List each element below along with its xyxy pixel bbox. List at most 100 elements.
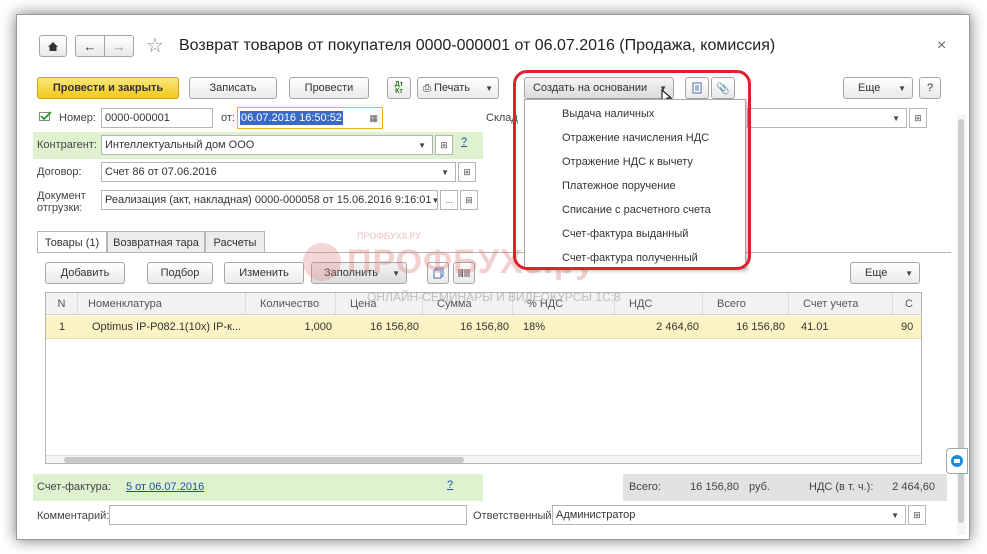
add-row-button[interactable]: Добавить (45, 262, 125, 284)
menu-item-cash-withdrawal[interactable]: Выдача наличных (525, 102, 745, 126)
more-button[interactable]: Еще ▼ (843, 77, 913, 99)
table-row[interactable]: 1 Optimus IP-P082.1(10x) IP-к... 1,000 1… (46, 316, 921, 339)
column-header-total[interactable]: Всего (703, 293, 789, 314)
post-button[interactable]: Провести (289, 77, 369, 99)
create-based-on-button[interactable]: Создать на основании ▼ (524, 77, 674, 99)
close-icon[interactable]: × (937, 37, 946, 55)
edit-row-button[interactable]: Изменить (224, 262, 304, 284)
warehouse-open-button[interactable]: ⊞ (909, 108, 927, 128)
scrollbar-thumb[interactable] (64, 457, 464, 463)
save-button[interactable]: Записать (189, 77, 277, 99)
contract-field[interactable]: Счет 86 от 07.06.2016 ▼ (101, 162, 456, 182)
attach-button[interactable]: 📎 (711, 77, 735, 99)
menu-item-invoice-received[interactable]: Счет-фактура полученный (525, 246, 745, 270)
column-header-vat-rate[interactable]: % НДС (513, 293, 615, 314)
number-field[interactable]: 0000-000001 (101, 108, 213, 128)
chevron-down-icon[interactable]: ▼ (441, 168, 449, 177)
vat-total-value: 2 464,60 (892, 481, 935, 493)
responsible-value: Администратор (556, 509, 636, 521)
tab-returnable-packaging[interactable]: Возвратная тара (107, 231, 205, 253)
comment-field[interactable] (109, 505, 467, 525)
table-more-button[interactable]: Еще ▼ (850, 262, 920, 284)
more-label: Еще (858, 82, 881, 94)
chevron-down-icon[interactable]: ▼ (891, 511, 899, 520)
shipment-doc-field[interactable]: Реализация (акт, накладная) 0000-000058 … (101, 190, 438, 210)
arrow-right-icon: → (112, 38, 126, 54)
total-value: 16 156,80 (690, 481, 739, 493)
tab-goods[interactable]: Товары (1) (37, 231, 107, 253)
date-label: от: (221, 112, 235, 124)
counterparty-help-link[interactable]: ? (461, 136, 467, 148)
create-based-on-label: Создать на основании (533, 82, 648, 94)
menu-item-vat-accrual[interactable]: Отражение начисления НДС (525, 126, 745, 150)
column-header-n[interactable]: N (46, 293, 78, 314)
copy-row-button[interactable] (427, 262, 449, 284)
column-header-price[interactable]: Цена (336, 293, 423, 314)
date-field[interactable]: 06.07.2016 16:50:52 ▦ (237, 107, 383, 129)
menu-item-invoice-issued[interactable]: Счет-фактура выданный (525, 222, 745, 246)
chevron-down-icon[interactable]: ▼ (432, 196, 437, 205)
column-header-quantity[interactable]: Количество (246, 293, 336, 314)
open-icon: ⊞ (913, 509, 921, 520)
cell-n: 1 (58, 321, 66, 333)
cell-vat: 2 464,60 (656, 321, 699, 333)
open-icon: ⊞ (914, 112, 922, 123)
home-button[interactable] (39, 35, 67, 57)
tab-settlements[interactable]: Расчеты (205, 231, 265, 253)
document-window: ← → ☆ Возврат товаров от покупателя 0000… (16, 14, 970, 540)
barcode-button[interactable] (453, 262, 475, 284)
open-icon: ⊞ (463, 166, 471, 177)
menu-item-payment-order[interactable]: Платежное поручение (525, 174, 745, 198)
posted-checkmark-icon (39, 111, 52, 125)
printer-icon: ⎙ (423, 82, 431, 94)
invoice-help-link[interactable]: ? (447, 479, 453, 491)
chevron-down-icon[interactable]: ▼ (892, 114, 900, 123)
vat-total-label: НДС (в т. ч.): (809, 481, 874, 493)
column-header-vat[interactable]: НДС (615, 293, 703, 314)
total-label: Всего: (629, 481, 661, 493)
menu-item-bank-writeoff[interactable]: Списание с расчетного счета (525, 198, 745, 222)
forward-button[interactable]: → (104, 35, 134, 57)
warehouse-field[interactable]: ▼ (747, 108, 907, 128)
responsible-open-button[interactable]: ⊞ (908, 505, 926, 525)
column-header-item[interactable]: Номенклатура (78, 293, 246, 314)
back-button[interactable]: ← (75, 35, 105, 57)
counterparty-value: Интеллектуальный дом ООО (105, 139, 255, 151)
date-value: 06.07.2016 16:50:52 (240, 111, 343, 125)
responsible-field[interactable]: Администратор ▼ (552, 505, 906, 525)
column-header-extra[interactable]: С (893, 293, 921, 314)
shipment-doc-open-button[interactable]: ⊞ (460, 190, 478, 210)
open-icon: ⊞ (465, 194, 473, 205)
print-button[interactable]: ⎙ Печать ▼ (417, 77, 499, 99)
cell-amount: 16 156,80 (460, 321, 509, 333)
watermark-logo (303, 243, 341, 281)
post-and-close-button[interactable]: Провести и закрыть (37, 77, 179, 99)
shipment-doc-select-button[interactable]: ... (440, 190, 458, 210)
copy-icon (433, 267, 443, 279)
table-more-label: Еще (865, 267, 888, 279)
column-header-amount[interactable]: Сумма (423, 293, 513, 314)
counterparty-label: Контрагент: (37, 139, 97, 151)
contract-open-button[interactable]: ⊞ (458, 162, 476, 182)
watermark-small: ПРОФБУХ8.РУ (357, 231, 421, 241)
counterparty-field[interactable]: Интеллектуальный дом ООО ▼ (101, 135, 433, 155)
calendar-icon[interactable]: ▦ (369, 113, 378, 124)
shipment-doc-value: Реализация (акт, накладная) 0000-000058 … (105, 194, 432, 206)
help-button[interactable]: ? (919, 77, 941, 99)
favorite-star-icon[interactable]: ☆ (146, 33, 164, 58)
column-header-account[interactable]: Счет учета (789, 293, 893, 314)
horizontal-scrollbar[interactable] (46, 455, 921, 463)
side-widget-button[interactable] (946, 448, 968, 474)
counterparty-open-button[interactable]: ⊞ (435, 135, 453, 155)
related-docs-button[interactable] (685, 77, 709, 99)
contract-label: Договор: (37, 166, 82, 178)
dtkt-button[interactable]: Дт Кт (387, 77, 411, 99)
invoice-label: Счет-фактура: (37, 481, 111, 493)
invoice-link[interactable]: 5 от 06.07.2016 (126, 481, 204, 493)
menu-item-vat-deduction[interactable]: Отражение НДС к вычету (525, 150, 745, 174)
arrow-left-icon: ← (83, 38, 97, 54)
cell-price: 16 156,80 (370, 321, 419, 333)
selection-button[interactable]: Подбор (147, 262, 213, 284)
chevron-down-icon[interactable]: ▼ (418, 141, 426, 150)
goods-table: N Номенклатура Количество Цена Сумма % Н… (45, 292, 922, 464)
